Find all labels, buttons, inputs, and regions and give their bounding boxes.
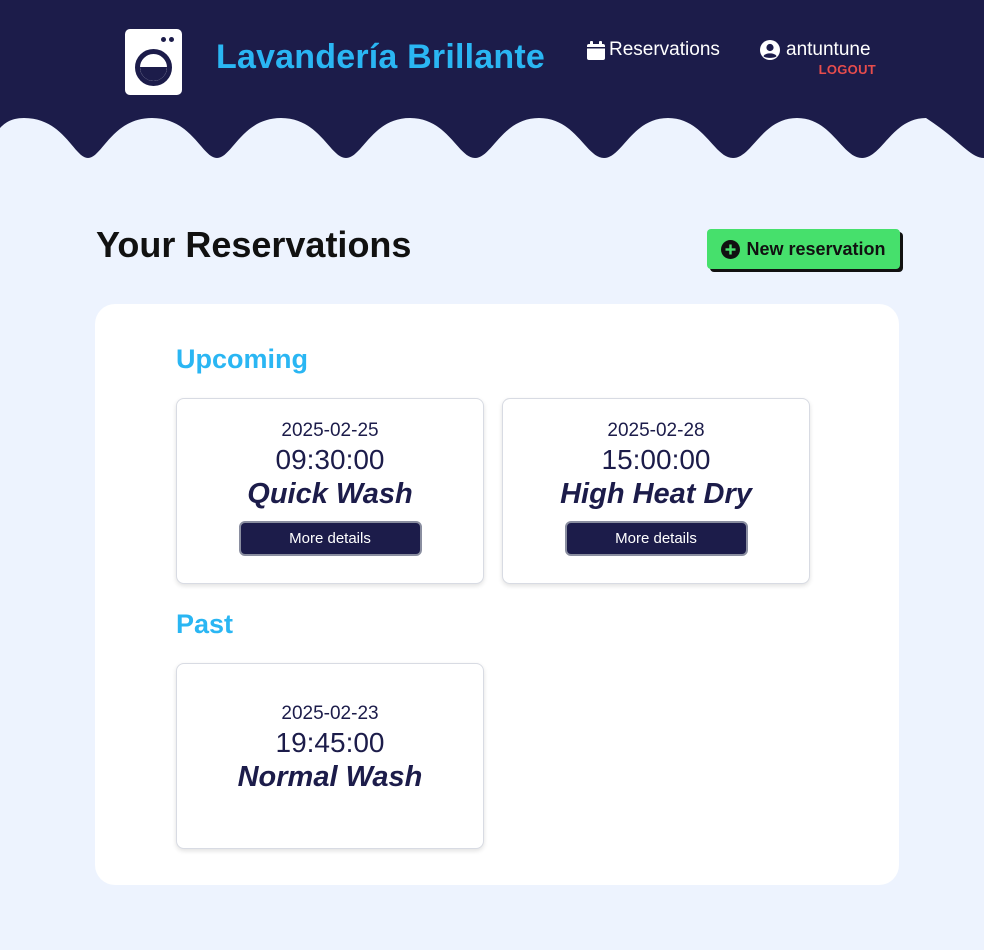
calendar-icon [587, 40, 605, 60]
more-details-button[interactable]: More details [238, 521, 422, 556]
reservation-service: Quick Wash [247, 478, 413, 510]
washing-machine-icon[interactable] [125, 29, 182, 95]
reservation-time: 15:00:00 [601, 444, 711, 475]
header-wave-divider [0, 116, 984, 158]
past-heading: Past [176, 609, 234, 639]
nav-reservations-link[interactable]: Reservations [587, 38, 720, 62]
logout-link[interactable]: LOGOUT [819, 62, 876, 77]
new-reservation-button[interactable]: New reservation [707, 229, 900, 269]
reservations-panel: Upcoming 2025-02-25 09:30:00 Quick Wash … [95, 304, 899, 885]
reservation-time: 19:45:00 [275, 727, 385, 758]
brand-title[interactable]: Lavandería Brillante [216, 38, 545, 77]
upcoming-heading: Upcoming [176, 344, 308, 374]
logo-dot [169, 37, 174, 42]
user-circle-icon [760, 40, 780, 60]
reservation-date: 2025-02-28 [607, 420, 705, 441]
plus-circle-icon [721, 239, 741, 259]
past-reservation-card: 2025-02-23 19:45:00 Normal Wash [176, 663, 484, 849]
reservation-date: 2025-02-25 [281, 420, 379, 441]
new-reservation-label: New reservation [746, 238, 886, 259]
reservation-service: Normal Wash [237, 761, 423, 793]
username-label: antuntune [786, 39, 871, 60]
upcoming-reservation-card: 2025-02-25 09:30:00 Quick Wash More deta… [176, 398, 484, 584]
reservation-date: 2025-02-23 [281, 703, 379, 724]
reservation-service: High Heat Dry [560, 478, 752, 510]
page-title: Your Reservations [96, 224, 412, 265]
more-details-button[interactable]: More details [564, 521, 748, 556]
nav-reservations-label: Reservations [609, 39, 720, 60]
logo-dot [161, 37, 166, 42]
logo-water [140, 66, 167, 81]
upcoming-reservation-card: 2025-02-28 15:00:00 High Heat Dry More d… [502, 398, 810, 584]
site-header: Lavandería Brillante Reservations antunt… [0, 0, 984, 118]
logo-drum [135, 49, 172, 86]
user-menu[interactable]: antuntune [760, 38, 871, 62]
reservation-time: 09:30:00 [275, 444, 385, 475]
